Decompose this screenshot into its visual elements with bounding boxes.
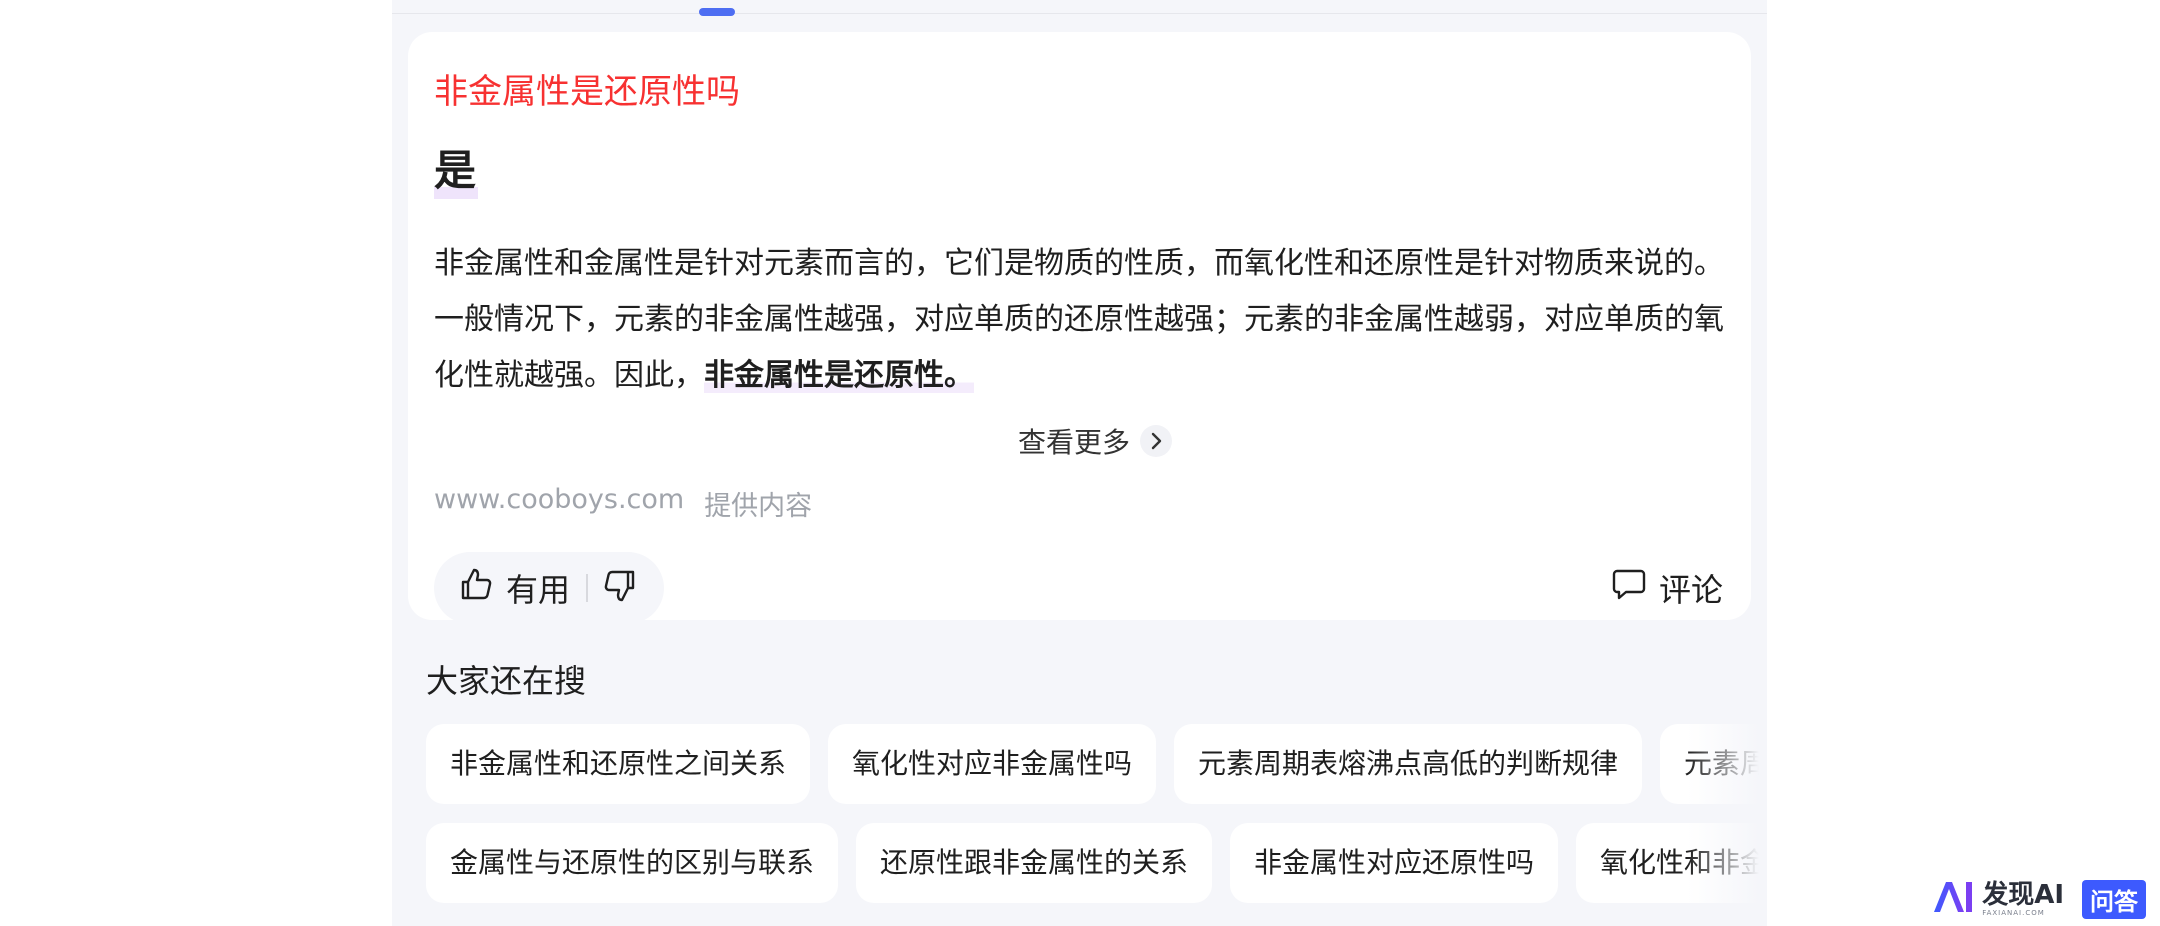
useful-label: 有用	[506, 571, 571, 609]
watermark-brand-sub: FAXIANAI.COM	[1982, 908, 2045, 917]
short-answer: 是	[434, 144, 479, 199]
comment-icon	[1611, 566, 1647, 610]
see-more-button[interactable]: 查看更多	[1018, 420, 1173, 462]
comment-label: 评论	[1658, 571, 1723, 609]
related-row-1: 非金属性和还原性之间关系 氧化性对应非金属性吗 元素周期表熔沸点高低的判断规律 …	[426, 724, 1767, 804]
watermark-logo: 发现AI FAXIANAI.COM 问答	[1932, 879, 2146, 919]
related-chip[interactable]: 氧化性对应非金属性吗	[828, 724, 1157, 804]
thumbs-down-icon	[602, 568, 638, 608]
related-chip[interactable]: 还原性跟非金属性的关系	[856, 823, 1213, 903]
related-chip[interactable]: 非金属性对应还原性吗	[1230, 823, 1559, 903]
source-suffix: 提供内容	[704, 491, 813, 522]
watermark-brand-name: 发现AI	[1982, 879, 2064, 910]
useful-button[interactable]: 有用	[458, 565, 570, 611]
comment-button[interactable]: 评论	[1611, 562, 1723, 614]
not-useful-button[interactable]	[602, 568, 638, 608]
question-title[interactable]: 非金属性是还原性吗	[434, 70, 740, 114]
watermark-brand: 发现AI FAXIANAI.COM	[1982, 882, 2064, 917]
related-searches-title: 大家还在搜	[426, 662, 587, 700]
top-divider	[392, 13, 1767, 14]
chevron-right-icon	[1140, 425, 1173, 457]
answer-card: 非金属性是还原性吗 是 非金属性和金属性是针对元素而言的，它们是物质的性质，而氧…	[408, 32, 1751, 624]
source-attribution: www.cooboys.com 提供内容	[434, 484, 812, 523]
related-chip[interactable]: 氧化性和非金属性	[1576, 823, 1767, 903]
main-column: 非金属性是还原性吗 是 非金属性和金属性是针对元素而言的，它们是物质的性质，而氧…	[392, 0, 1767, 926]
related-chip[interactable]: 元素周期表熔沸点高低的判断规律	[1174, 724, 1643, 804]
thumbs-up-icon	[458, 566, 494, 610]
watermark-badge: 问答	[2082, 879, 2146, 919]
related-chip[interactable]: 非金属性和还原性之间关系	[426, 724, 811, 804]
source-site[interactable]: www.cooboys.com	[434, 484, 684, 523]
answer-highlight: 非金属性是还原性。	[704, 358, 974, 393]
feedback-separator	[586, 574, 589, 602]
see-more-label: 查看更多	[1018, 426, 1131, 459]
feedback-pill: 有用	[434, 552, 664, 624]
answer-body: 非金属性和金属性是针对元素而言的，它们是物质的性质，而氧化性和还原性是针对物质来…	[434, 236, 1734, 404]
answer-body-text: 非金属性和金属性是针对元素而言的，它们是物质的性质，而氧化性和还原性是针对物质来…	[434, 246, 1724, 393]
related-chip[interactable]: 金属性与还原性的区别与联系	[426, 823, 839, 903]
related-row-2: 金属性与还原性的区别与联系 还原性跟非金属性的关系 非金属性对应还原性吗 氧化性…	[426, 823, 1767, 903]
ai-logo-icon	[1932, 880, 1974, 918]
tab-indicator	[699, 8, 735, 16]
related-chip[interactable]: 元素周期表	[1660, 724, 1767, 804]
